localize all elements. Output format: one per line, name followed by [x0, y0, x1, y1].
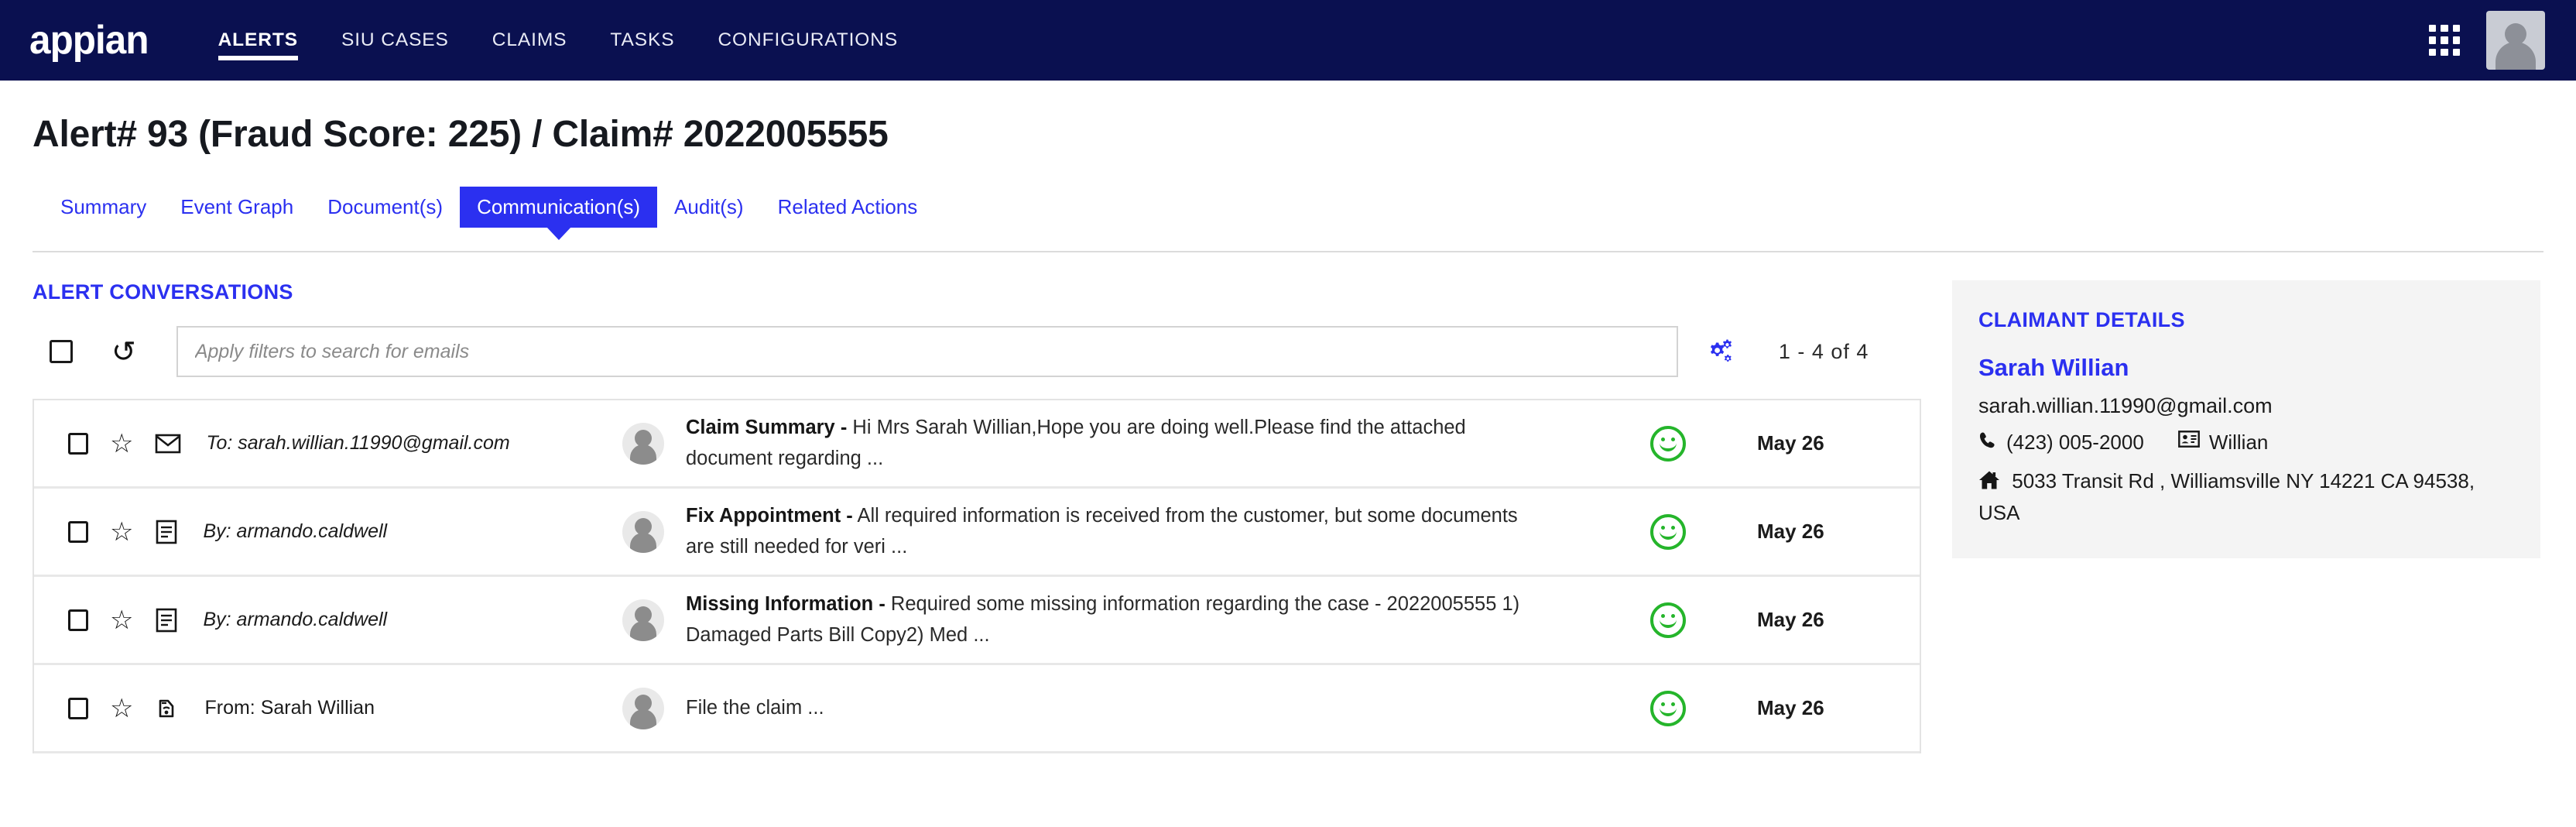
avatar [622, 422, 664, 465]
row-message-cell: Claim Summary - Hi Mrs Sarah Willian,Hop… [622, 413, 1579, 474]
row-sender-cell: ☆ By: armando.caldwell [34, 607, 622, 633]
row-action-icons: ☆ [68, 695, 180, 722]
main-nav-links: ALERTS SIU CASES CLAIMS TASKS CONFIGURAT… [197, 0, 920, 81]
table-row[interactable]: ☆ By: armando.caldwell [34, 489, 1920, 577]
select-all-checkbox[interactable] [50, 340, 73, 363]
envelope-icon[interactable] [155, 433, 181, 455]
tab-audits[interactable]: Audit(s) [657, 187, 761, 228]
positive-smiley-icon[interactable] [1650, 425, 1686, 462]
row-sender-label: By: armando.caldwell [203, 520, 388, 542]
table-row[interactable]: ☆ To: sarah.willian.11990@gmail.com Clai… [34, 400, 1920, 489]
phone-icon [1978, 431, 1997, 451]
positive-smiley-icon[interactable] [1650, 690, 1686, 726]
claimant-last-name: Willian [2208, 431, 2269, 454]
row-date: May 26 [1757, 608, 1824, 631]
claimant-address-line: 5033 Transit Rd , Williamsville NY 14221… [1978, 467, 2514, 527]
conversations-toolbar: ↻ 1 - 4 of 4 [33, 326, 1921, 377]
row-subject: Missing Information - [686, 592, 886, 615]
row-subject: Fix Appointment - [686, 504, 853, 527]
row-sentiment-cell [1579, 602, 1757, 638]
star-icon[interactable]: ☆ [110, 607, 133, 633]
row-sender-label: From: Sarah Willian [204, 696, 375, 719]
positive-smiley-icon[interactable] [1650, 602, 1686, 638]
row-date: May 26 [1757, 520, 1824, 543]
tab-bar: Summary Event Graph Document(s) Communic… [0, 156, 2576, 228]
tab-related-actions[interactable]: Related Actions [761, 187, 935, 228]
avatar [622, 510, 664, 553]
pagination-label: 1 - 4 of 4 [1778, 339, 1869, 363]
page-title: Alert# 93 (Fraud Score: 225) / Claim# 20… [33, 114, 889, 155]
claimant-contact-line: (423) 005-2000 Willian [1978, 431, 2514, 455]
claimant-column: CLAIMANT DETAILS Sarah Willian sarah.wil… [1952, 252, 2540, 559]
claimant-phone: (423) 005-2000 [2006, 431, 2144, 454]
tab-event-graph[interactable]: Event Graph [163, 187, 310, 228]
row-sentiment-cell [1579, 690, 1757, 726]
row-message-cell: File the claim ... [622, 687, 1579, 729]
row-message-text: Fix Appointment - All required informati… [686, 501, 1530, 562]
alert-conversations-heading: ALERT CONVERSATIONS [33, 280, 293, 304]
main-content: ALERT CONVERSATIONS ↻ Apply filters to s… [0, 252, 2576, 753]
claimant-details-panel: CLAIMANT DETAILS Sarah Willian sarah.wil… [1952, 280, 2540, 559]
star-icon[interactable]: ☆ [110, 431, 133, 457]
positive-smiley-icon[interactable] [1650, 513, 1686, 550]
claimant-name[interactable]: Sarah Willian [1978, 354, 2514, 382]
phone-call-icon[interactable] [155, 696, 180, 721]
tab-documents[interactable]: Document(s) [310, 187, 460, 228]
star-icon[interactable]: ☆ [110, 695, 133, 722]
claimant-address: 5033 Transit Rd , Williamsville NY 14221… [1978, 469, 2475, 524]
row-message-cell: Missing Information - Required some miss… [622, 589, 1579, 650]
row-message-text: Missing Information - Required some miss… [686, 589, 1530, 650]
row-sentiment-cell [1579, 513, 1757, 550]
note-document-icon[interactable] [155, 608, 178, 633]
row-message-cell: Fix Appointment - All required informati… [622, 501, 1579, 562]
email-list: ☆ To: sarah.willian.11990@gmail.com Clai… [33, 399, 1921, 753]
claimant-email: sarah.willian.11990@gmail.com [1978, 394, 2273, 417]
row-sender-cell: ☆ By: armando.caldwell [34, 519, 622, 545]
tab-summary[interactable]: Summary [43, 187, 163, 228]
home-icon [1978, 471, 2006, 495]
row-sentiment-cell [1579, 425, 1757, 462]
star-icon[interactable]: ☆ [110, 519, 133, 545]
tab-communications[interactable]: Communication(s) [460, 187, 658, 228]
grid-apps-icon[interactable] [2429, 25, 2460, 56]
top-right-actions [2429, 11, 2550, 70]
search-input[interactable] [194, 340, 1660, 363]
nav-item-tasks[interactable]: TASKS [588, 0, 696, 81]
row-action-icons: ☆ [68, 519, 178, 545]
avatar [622, 687, 664, 729]
claimant-details-heading: CLAIMANT DETAILS [1978, 308, 2185, 331]
row-date: May 26 [1757, 431, 1824, 455]
row-select-checkbox[interactable] [68, 520, 88, 543]
nav-item-configurations[interactable]: CONFIGURATIONS [696, 0, 920, 81]
top-navigation-bar: appian ALERTS SIU CASES CLAIMS TASKS CON… [0, 0, 2576, 81]
gears-settings-icon[interactable] [1704, 336, 1737, 367]
row-message-text: Claim Summary - Hi Mrs Sarah Willian,Hop… [686, 413, 1530, 474]
nav-item-siu-cases[interactable]: SIU CASES [320, 0, 471, 81]
note-document-icon[interactable] [155, 520, 178, 544]
id-card-icon [2177, 431, 2200, 448]
refresh-icon[interactable]: ↻ [111, 335, 136, 369]
row-sender-cell: ☆ To: sarah.willian.11990@gmail.com [34, 431, 622, 457]
row-message-text: File the claim ... [686, 693, 824, 724]
row-select-checkbox[interactable] [68, 609, 88, 631]
row-select-checkbox[interactable] [68, 432, 88, 455]
row-date: May 26 [1757, 696, 1824, 719]
row-sender-cell: ☆ From: Sarah Willian [34, 695, 622, 722]
row-subject: Claim Summary - [686, 416, 848, 438]
row-sender-label: To: sarah.willian.11990@gmail.com [206, 431, 510, 454]
conversations-column: ALERT CONVERSATIONS ↻ Apply filters to s… [33, 252, 1921, 753]
row-action-icons: ☆ [68, 431, 181, 457]
row-action-icons: ☆ [68, 607, 178, 633]
user-avatar[interactable] [2486, 11, 2545, 70]
search-filter-box[interactable] [176, 326, 1678, 377]
row-sender-label: By: armando.caldwell [203, 608, 388, 630]
row-select-checkbox[interactable] [68, 697, 88, 719]
appian-logo[interactable]: appian [29, 20, 149, 60]
nav-item-claims[interactable]: CLAIMS [471, 0, 589, 81]
avatar [622, 599, 664, 641]
nav-item-alerts[interactable]: ALERTS [197, 0, 320, 81]
row-preview: File the claim ... [686, 696, 824, 719]
table-row[interactable]: ☆ By: armando.caldwell [34, 577, 1920, 665]
table-row[interactable]: ☆ From: Sarah Willian File the claim ...… [34, 665, 1920, 753]
